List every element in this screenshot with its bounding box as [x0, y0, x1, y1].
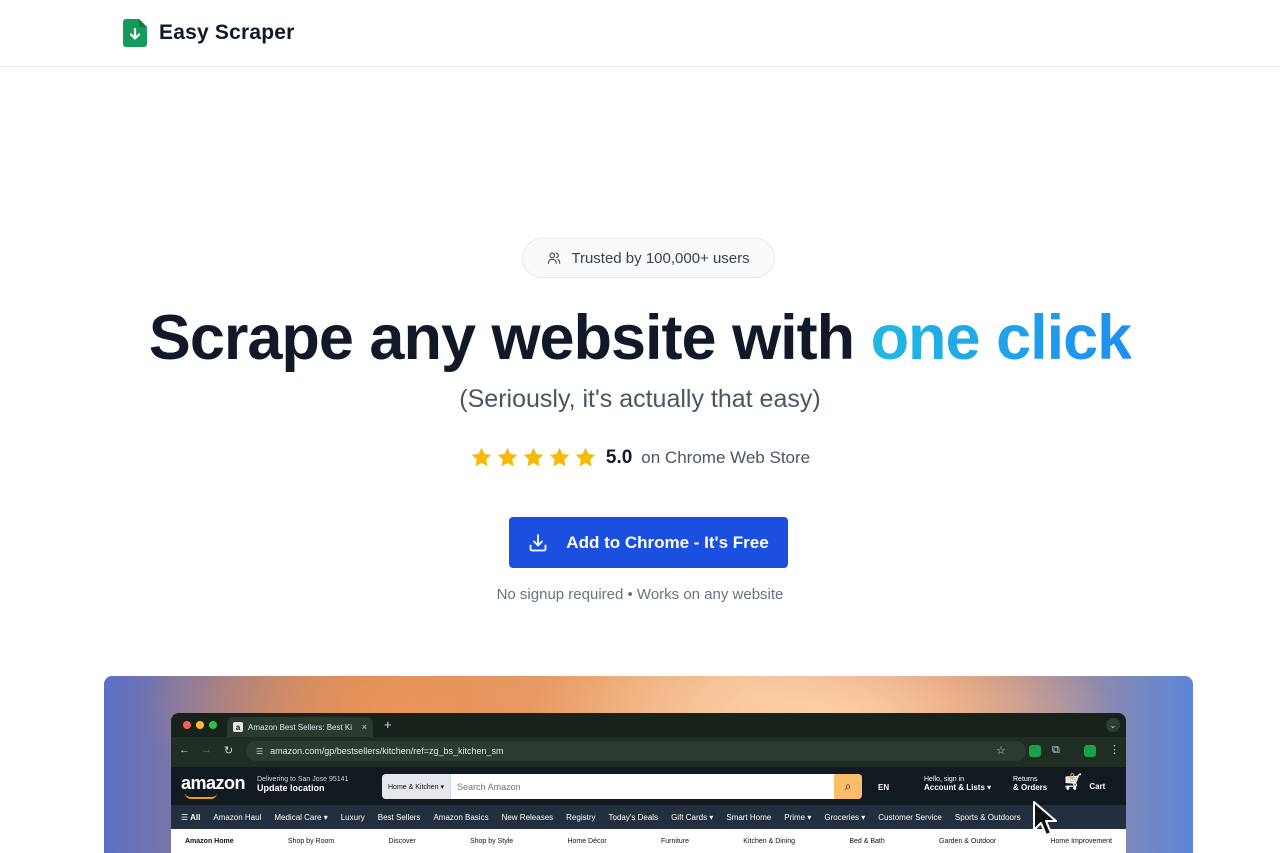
star-icon	[549, 447, 570, 467]
address-bar-url: amazon.com/gp/bestsellers/kitchen/ref=zg…	[270, 746, 504, 756]
back-arrow-icon: ←	[179, 744, 190, 756]
star-icon	[575, 447, 596, 467]
amazon-sub-nav-item: Discover	[388, 837, 416, 845]
users-icon	[548, 252, 561, 264]
amazon-sub-nav-item: Garden & Outdoor	[939, 837, 997, 845]
reload-icon: ↻	[224, 745, 234, 757]
delivery-line-2: Update location	[257, 783, 325, 793]
amazon-nav-item: Groceries ▾	[824, 812, 866, 822]
amazon-sub-nav-item: Shop by Style	[469, 837, 514, 845]
hero-title-accent: one click	[870, 303, 1133, 373]
star-icon	[471, 447, 492, 467]
forward-arrow-icon: →	[201, 744, 212, 756]
amazon-nav-item: Luxury	[340, 812, 365, 822]
amazon-sub-nav-item: Shop by Room	[287, 837, 335, 845]
amazon-sub-nav-item: Kitchen & Dining	[743, 837, 796, 845]
extensions-puzzle-icon: ⧉	[1052, 744, 1060, 756]
browser-window-screenshot: a Amazon Best Sellers: Best Ki × + ⌄ ← →…	[171, 713, 1126, 853]
amazon-nav-item: Smart Home	[726, 812, 772, 822]
rating-row: 5.0 on Chrome Web Store	[0, 446, 1280, 469]
amazon-nav-item: Customer Service	[878, 812, 942, 822]
amazon-logo: amazon	[181, 773, 246, 793]
browser-toolbar: ← → ↻ ☰ amazon.com/gp/bestsellers/kitche…	[171, 737, 1126, 765]
browser-tab: a Amazon Best Sellers: Best Ki ×	[227, 717, 373, 737]
cart-count: 0	[1070, 772, 1075, 781]
maximize-window-dot	[209, 721, 217, 729]
amazon-search-bar: Home & Kitchen ▾ Search Amazon ⌕	[382, 774, 862, 799]
amazon-nav-item: Best Sellers	[377, 812, 421, 822]
minimize-window-dot	[196, 721, 204, 729]
amazon-language-selector: EN	[878, 783, 890, 792]
amazon-search-icon: ⌕	[834, 774, 862, 799]
star-icon	[523, 447, 544, 467]
cta-note: No signup required • Works on any websit…	[496, 586, 784, 603]
profile-extension-icon	[1084, 745, 1096, 757]
amazon-sub-nav-item: Bed & Bath	[849, 837, 885, 845]
orders-line-2: & Orders	[1013, 783, 1048, 792]
amazon-search-placeholder: Search Amazon	[457, 781, 521, 792]
add-to-chrome-button[interactable]: Add to Chrome - It's Free	[509, 517, 788, 568]
amazon-nav-item: Sports & Outdoors	[954, 812, 1021, 822]
delivery-line-1: Delivering to San Jose 95141	[257, 776, 349, 783]
easy-scraper-extension-icon	[1029, 745, 1041, 757]
amazon-nav-item: Amazon Haul	[213, 812, 262, 822]
close-tab-icon: ×	[361, 722, 367, 732]
account-line-1: Hello, sign in	[924, 776, 965, 783]
address-bar: ☰ amazon.com/gp/bestsellers/kitchen/ref=…	[246, 741, 1026, 761]
amazon-nav-item: Prime ▾	[784, 812, 812, 822]
account-line-2: Account & Lists ▾	[924, 783, 992, 792]
product-demo-showcase: a Amazon Best Sellers: Best Ki × + ⌄ ← →…	[104, 676, 1193, 853]
hero-title: Scrape any website with one click	[0, 300, 1280, 376]
star-icon	[497, 447, 518, 467]
download-icon	[529, 533, 547, 551]
amazon-account: Hello, sign in Account & Lists ▾	[924, 776, 991, 792]
cart-label: Cart	[1089, 782, 1106, 791]
brand-link[interactable]: Easy Scraper	[123, 19, 295, 47]
hero-title-main: Scrape any website with	[148, 303, 871, 373]
amazon-nav-bar: ☰ All Amazon Haul Medical Care ▾ Luxury Best…	[171, 805, 1126, 829]
amazon-header: amazon Delivering to San Jose 95141 Upda…	[171, 767, 1126, 805]
amazon-sub-nav-item: Amazon Home	[185, 837, 234, 845]
trust-badge-text: Trusted by 100,000+ users	[571, 249, 750, 267]
chevron-down-icon: ⌄	[1106, 718, 1120, 732]
amazon-nav-item: ☰ All	[181, 812, 201, 822]
rating-source: on Chrome Web Store	[641, 447, 811, 467]
amazon-returns-orders: Returns & Orders	[1013, 776, 1047, 792]
star-rating	[470, 446, 597, 469]
amazon-favicon-icon: a	[233, 722, 243, 732]
amazon-smile-icon	[185, 793, 217, 799]
mouse-pointer-icon	[1033, 801, 1057, 836]
amazon-cart: 🛒︎ 0 Cart	[1063, 772, 1106, 791]
trust-badge: Trusted by 100,000+ users	[522, 238, 775, 278]
amazon-sub-nav: Amazon Home Shop by Room Discover Shop by S…	[171, 829, 1126, 853]
amazon-sub-nav-item: Furniture	[661, 837, 690, 845]
amazon-delivery-location: Delivering to San Jose 95141 Update loca…	[257, 776, 348, 793]
amazon-search-department: Home & Kitchen ▾	[382, 774, 452, 799]
close-window-dot	[183, 721, 191, 729]
more-menu-icon: ⋮	[1109, 744, 1120, 756]
browser-tabstrip: a Amazon Best Sellers: Best Ki × + ⌄	[171, 713, 1126, 737]
amazon-nav-item: Today's Deals	[608, 812, 659, 822]
bookmark-star-icon: ☆	[996, 745, 1006, 757]
download-file-icon	[123, 19, 147, 47]
new-tab-icon: +	[384, 717, 392, 732]
amazon-nav-item: Registry	[566, 812, 596, 822]
amazon-sub-nav-item: Home Décor	[567, 837, 607, 845]
site-info-icon: ☰	[256, 746, 264, 756]
add-to-chrome-label: Add to Chrome - It's Free	[566, 532, 769, 552]
amazon-nav-item: Amazon Basics	[433, 812, 489, 822]
site-header: Easy Scraper	[0, 0, 1280, 67]
browser-tab-title: Amazon Best Sellers: Best Ki	[248, 722, 353, 732]
brand-name: Easy Scraper	[159, 21, 295, 44]
orders-line-1: Returns	[1013, 776, 1038, 783]
amazon-nav-item: New Releases	[501, 812, 554, 822]
amazon-nav-item: Medical Care ▾	[274, 812, 328, 822]
hero-subtitle: (Seriously, it's actually that easy)	[459, 385, 821, 413]
rating-score: 5.0	[605, 446, 633, 468]
amazon-nav-item: Gift Cards ▾	[671, 812, 714, 822]
